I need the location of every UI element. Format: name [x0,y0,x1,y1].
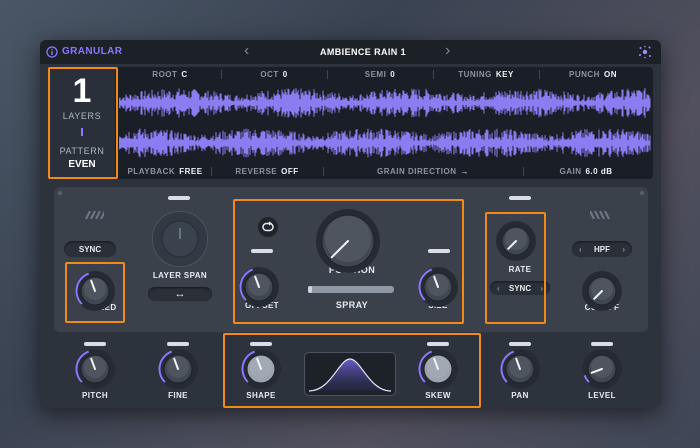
envelope-highlight [223,333,481,408]
fine-knob[interactable] [156,347,200,391]
granular-plugin: GRANULAR ‹ AMBIENCE RAIN 1 › 1 LAYERS PA… [40,40,661,408]
cutoff-knob[interactable] [580,269,624,313]
speed-highlight [65,262,125,323]
position-highlight [233,199,464,324]
rate-highlight [485,212,546,324]
pitch-knob[interactable] [73,347,117,391]
level-knob[interactable] [580,347,624,391]
pan-knob[interactable] [498,347,542,391]
